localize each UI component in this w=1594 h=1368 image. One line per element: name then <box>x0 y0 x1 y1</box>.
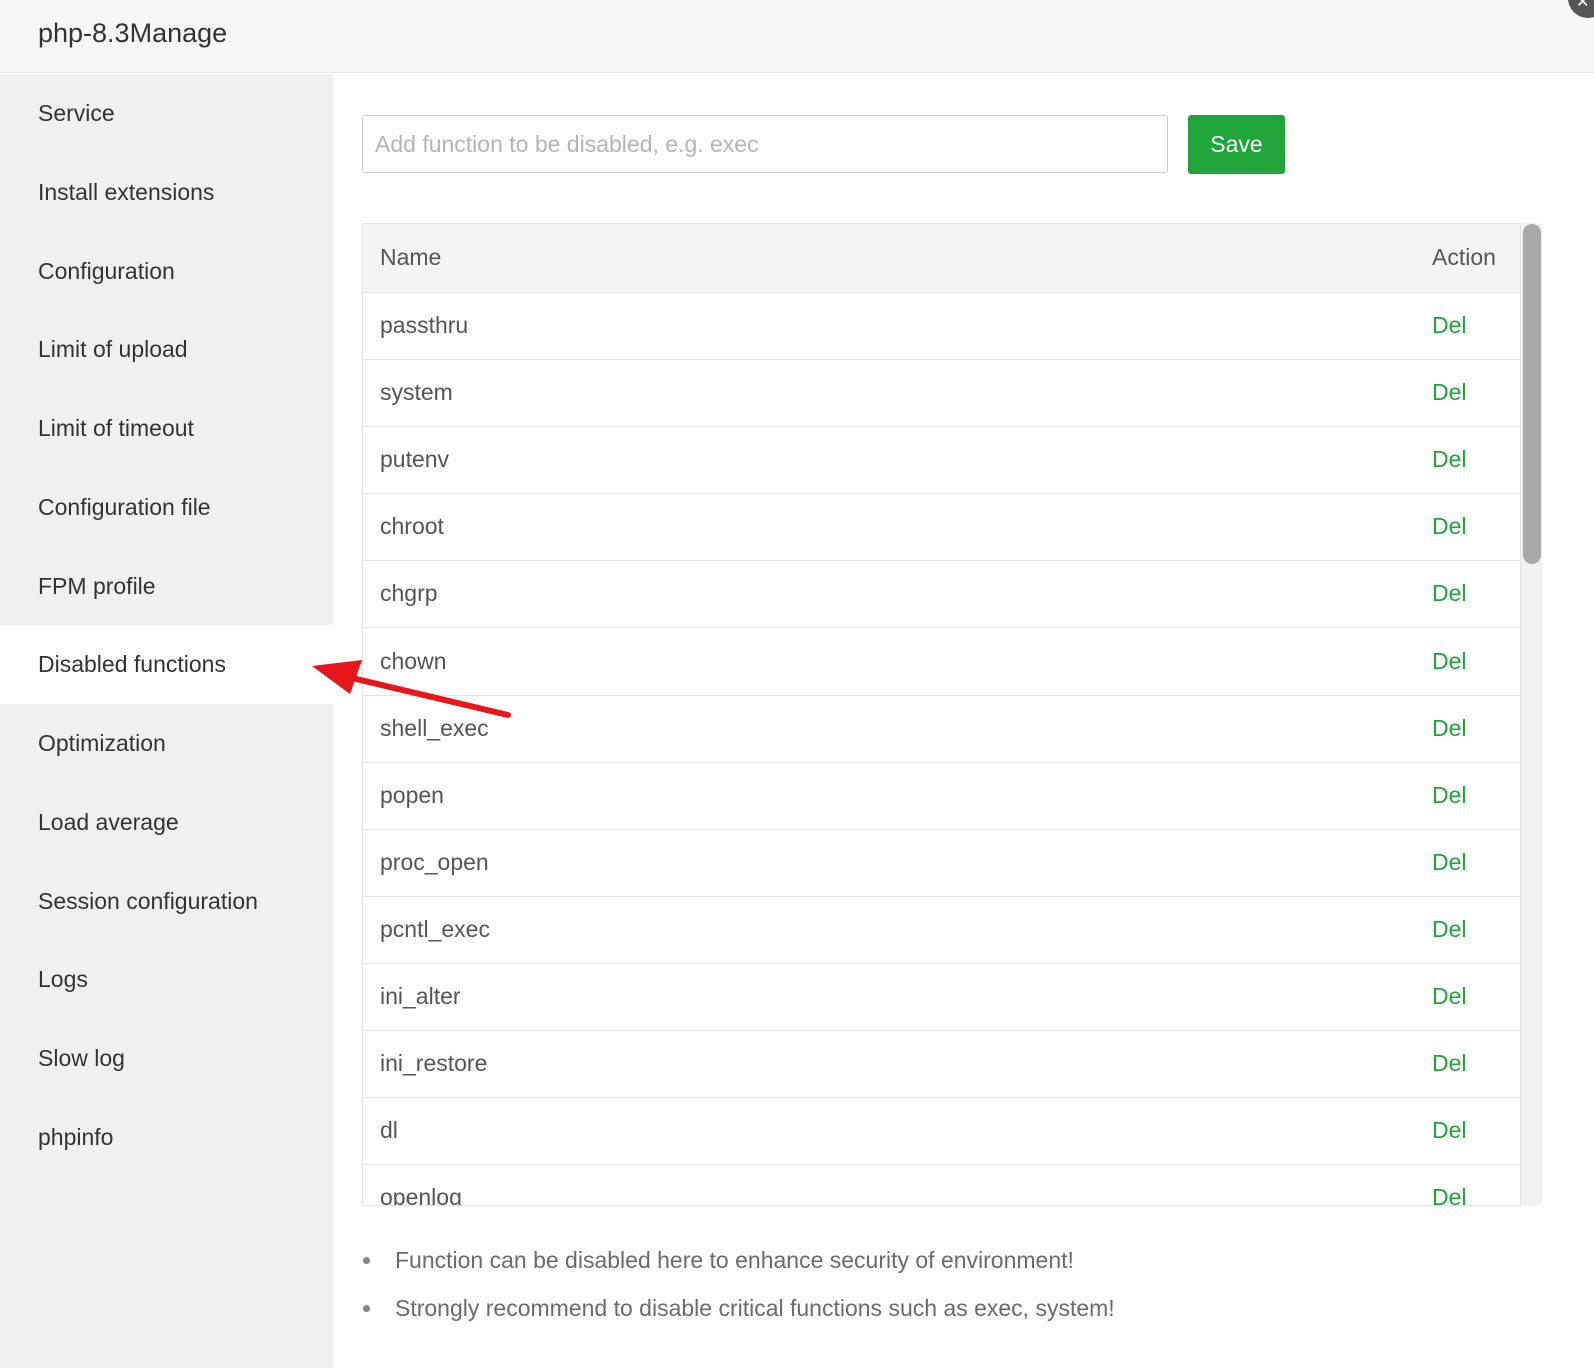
sidebar-item-label: Optimization <box>38 730 166 756</box>
sidebar-item-label: Logs <box>38 966 88 993</box>
sidebar: Service Install extensions Configuration Li… <box>0 74 333 1368</box>
table-row: pcntl_exec Del <box>363 897 1520 964</box>
sidebar-item-label: Session configuration <box>38 887 258 914</box>
sidebar-item-label: Service <box>38 100 115 126</box>
function-name-cell: passthru <box>380 312 469 338</box>
delete-link[interactable]: Del <box>1432 379 1467 406</box>
sidebar-item-load-average[interactable]: Load average <box>0 783 333 862</box>
sidebar-item-limit-of-timeout[interactable]: Limit of timeout <box>0 389 333 468</box>
function-name-cell: ini_restore <box>380 1050 488 1077</box>
table-row: putenv Del <box>363 427 1520 495</box>
note-item: Function can be disabled here to enhance… <box>363 1244 1115 1292</box>
function-name-cell: putenv <box>380 446 450 473</box>
note-text: Strongly recommend to disable critical f… <box>395 1295 1115 1321</box>
bullet-icon <box>363 1305 370 1312</box>
delete-link[interactable]: Del <box>1432 648 1467 675</box>
sidebar-item-session-configuration[interactable]: Session configuration <box>0 862 333 941</box>
function-name-cell: chown <box>380 647 447 674</box>
delete-link[interactable]: Del <box>1432 849 1467 876</box>
delete-link[interactable]: Del <box>1432 312 1467 339</box>
table-scrollbar-thumb[interactable] <box>1523 224 1541 564</box>
function-name-cell: shell_exec <box>380 714 489 741</box>
table-row: shell_exec Del <box>363 696 1520 763</box>
function-name-cell: pcntl_exec <box>380 915 490 942</box>
delete-link[interactable]: Del <box>1432 782 1467 809</box>
sidebar-item-disabled-functions[interactable]: Disabled functions <box>0 625 333 705</box>
table-row: chown Del <box>363 629 1520 696</box>
bullet-icon <box>363 1257 370 1264</box>
table-row: ini_alter Del <box>363 964 1520 1031</box>
close-icon[interactable]: ✕ <box>1568 0 1594 18</box>
table-row: proc_open Del <box>363 830 1520 897</box>
delete-link[interactable]: Del <box>1432 715 1467 742</box>
table-row: dl Del <box>363 1098 1520 1166</box>
main-panel: Save Name Action passthruDelsystemDelput… <box>333 74 1594 1368</box>
delete-link[interactable]: Del <box>1432 1184 1467 1205</box>
sidebar-item-label: Slow log <box>38 1045 125 1071</box>
help-notes: Function can be disabled here to enhance… <box>363 1244 1115 1340</box>
sidebar-item-fpm-profile[interactable]: FPM profile <box>0 547 333 626</box>
window-titlebar: php-8.3Manage ✕ <box>0 0 1594 73</box>
delete-link[interactable]: Del <box>1432 1117 1467 1144</box>
sidebar-item-limit-of-upload[interactable]: Limit of upload <box>0 310 333 389</box>
sidebar-item-configuration-file[interactable]: Configuration file <box>0 468 333 547</box>
note-text: Function can be disabled here to enhance… <box>395 1247 1074 1273</box>
disabled-functions-table: Name Action passthru Del system Del putenv De… <box>362 223 1521 1206</box>
delete-link[interactable]: Del <box>1432 983 1467 1010</box>
function-name-cell: proc_open <box>380 848 489 875</box>
delete-link[interactable]: Del <box>1432 580 1467 607</box>
function-name-cell: ini_alter <box>380 983 461 1009</box>
table-row: openlog Del <box>363 1165 1520 1206</box>
sidebar-item-slow-log[interactable]: Slow log <box>0 1019 333 1098</box>
sidebar-item-label: Limit of timeout <box>38 415 194 441</box>
table-header: Name Action <box>363 224 1520 293</box>
table-row: chroot Del <box>363 494 1520 562</box>
disabled-function-input[interactable] <box>362 115 1168 173</box>
sidebar-item-configuration[interactable]: Configuration <box>0 232 333 311</box>
function-name-cell: chgrp <box>380 580 438 607</box>
delete-link[interactable]: Del <box>1432 1050 1467 1077</box>
sidebar-item-label: Load average <box>38 808 179 835</box>
save-button[interactable]: Save <box>1188 115 1285 174</box>
function-name-cell: dl <box>380 1117 398 1144</box>
delete-link[interactable]: Del <box>1432 513 1467 540</box>
function-name-cell: openlog <box>380 1184 462 1206</box>
sidebar-item-label: FPM profile <box>38 572 156 599</box>
column-header-action: Action <box>1432 244 1496 270</box>
sidebar-item-install-extensions[interactable]: Install extensions <box>0 153 333 232</box>
column-header-name: Name <box>380 244 442 270</box>
table-row: ini_restore Del <box>363 1031 1520 1099</box>
sidebar-item-logs[interactable]: Logs <box>0 940 333 1019</box>
sidebar-item-optimization[interactable]: Optimization <box>0 704 333 783</box>
table-row: chgrp Del <box>363 561 1520 629</box>
function-name-cell: popen <box>380 781 444 808</box>
sidebar-item-label: Disabled functions <box>38 651 226 678</box>
sidebar-item-service[interactable]: Service <box>0 74 333 153</box>
function-name-cell: chroot <box>380 513 444 540</box>
delete-link[interactable]: Del <box>1432 916 1467 943</box>
delete-link[interactable]: Del <box>1432 446 1467 473</box>
function-name-cell: system <box>380 379 453 406</box>
sidebar-item-label: phpinfo <box>38 1123 114 1150</box>
sidebar-item-label: Configuration <box>38 257 175 284</box>
note-item: Strongly recommend to disable critical f… <box>363 1292 1115 1340</box>
window-title: php-8.3Manage <box>38 18 228 48</box>
table-row: system Del <box>363 360 1520 428</box>
sidebar-item-label: Install extensions <box>38 178 215 205</box>
sidebar-item-label: Limit of upload <box>38 336 188 363</box>
table-row: popen Del <box>363 763 1520 830</box>
sidebar-item-phpinfo[interactable]: phpinfo <box>0 1098 333 1177</box>
sidebar-item-label: Configuration file <box>38 493 211 520</box>
table-row: passthru Del <box>363 293 1520 360</box>
